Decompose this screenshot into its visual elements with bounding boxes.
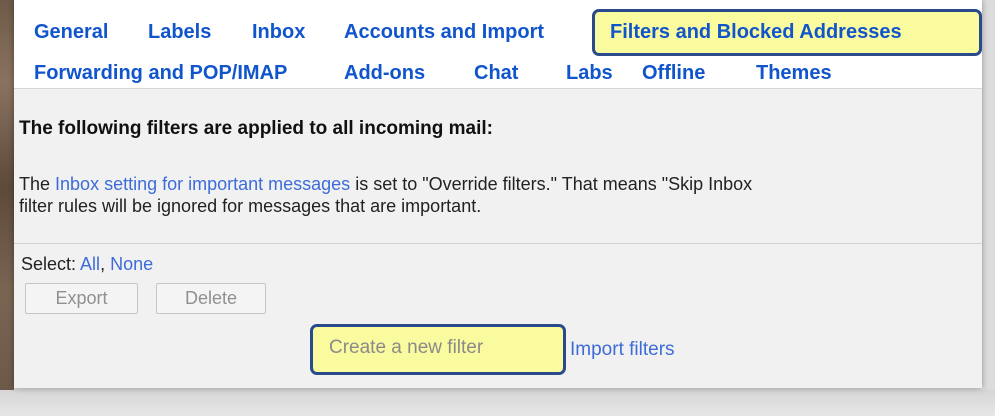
import-filters-link[interactable]: Import filters <box>570 339 675 361</box>
tab-accounts-and-import[interactable]: Accounts and Import <box>344 20 544 44</box>
tab-inbox[interactable]: Inbox <box>252 20 305 44</box>
tab-chat[interactable]: Chat <box>474 61 518 85</box>
tab-general[interactable]: General <box>34 20 108 44</box>
important-messages-notice: The Inbox setting for important messages… <box>19 173 982 217</box>
delete-button[interactable]: Delete <box>156 283 266 314</box>
filters-heading: The following filters are applied to all… <box>19 118 493 139</box>
background-photo <box>0 0 14 416</box>
tab-add-ons[interactable]: Add-ons <box>344 61 425 85</box>
background-haze <box>0 390 995 416</box>
section-divider <box>14 243 982 244</box>
select-controls: Select: All, None <box>21 254 153 275</box>
notice-line-1-rest: is set to "Override filters." That means… <box>350 174 753 194</box>
select-label: Select: <box>21 254 81 274</box>
notice-prefix: The <box>19 174 56 194</box>
create-new-filter-button[interactable]: Create a new filter <box>329 337 483 359</box>
notice-line-1: The Inbox setting for important messages… <box>19 173 982 195</box>
tab-themes[interactable]: Themes <box>756 61 832 85</box>
inbox-setting-link[interactable]: Inbox setting for important messages <box>55 174 350 194</box>
select-separator: , <box>100 254 111 274</box>
settings-tabs: General Labels Inbox Accounts and Import… <box>14 0 982 88</box>
settings-panel: General Labels Inbox Accounts and Import… <box>14 0 982 388</box>
select-all-link[interactable]: All <box>80 254 100 274</box>
tab-filters-and-blocked-addresses[interactable]: Filters and Blocked Addresses <box>610 20 902 44</box>
export-button[interactable]: Export <box>25 283 138 314</box>
tab-labs[interactable]: Labs <box>566 61 613 85</box>
tab-offline[interactable]: Offline <box>642 61 705 85</box>
tab-forwarding-and-pop-imap[interactable]: Forwarding and POP/IMAP <box>34 61 287 85</box>
tabs-divider <box>14 88 982 89</box>
select-none-link[interactable]: None <box>110 254 153 274</box>
tab-labels[interactable]: Labels <box>148 20 211 44</box>
notice-line-2: filter rules will be ignored for message… <box>19 196 482 216</box>
